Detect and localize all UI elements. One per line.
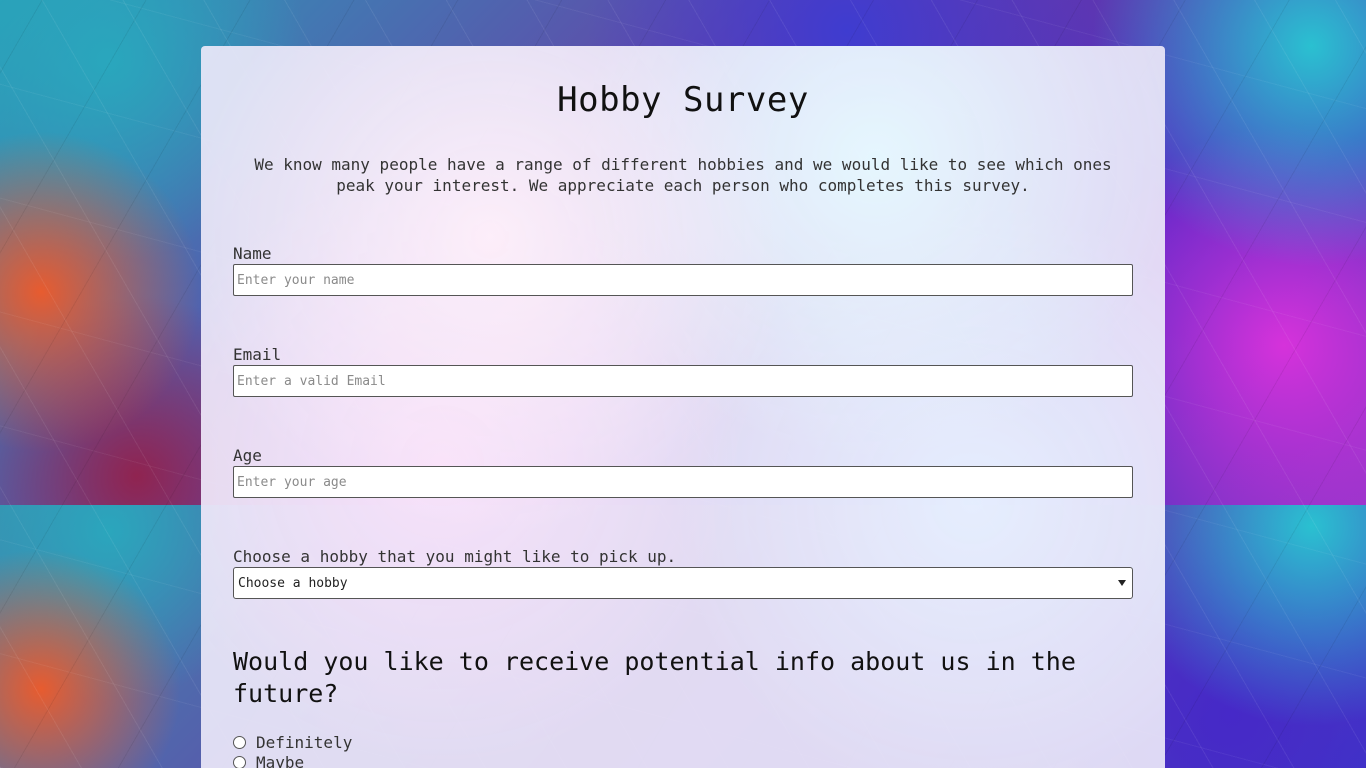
name-input[interactable] [233,264,1133,296]
email-input[interactable] [233,365,1133,397]
contact-question: Would you like to receive potential info… [233,647,1076,708]
hobby-select[interactable]: Choose a hobby [233,567,1133,599]
radio-unchecked-icon[interactable] [233,756,246,768]
email-label: Email [233,345,282,364]
chevron-down-icon [1118,580,1126,586]
name-label: Name [233,244,272,263]
radio-option-definitely[interactable]: Definitely [233,733,352,752]
hobby-label: Choose a hobby that you might like to pi… [233,547,677,566]
page-title: Hobby Survey [557,80,809,120]
age-label: Age [233,446,262,465]
survey-description: We know many people have a range of diff… [254,155,1112,195]
radio-unchecked-icon[interactable] [233,736,246,749]
radio-label-definitely: Definitely [256,733,353,752]
radio-option-maybe[interactable]: Maybe [233,753,304,768]
radio-label-maybe: Maybe [256,753,305,768]
survey-card: Hobby Survey We know many people have a … [201,46,1165,768]
hobby-select-value: Choose a hobby [238,575,348,591]
age-input[interactable] [233,466,1133,498]
